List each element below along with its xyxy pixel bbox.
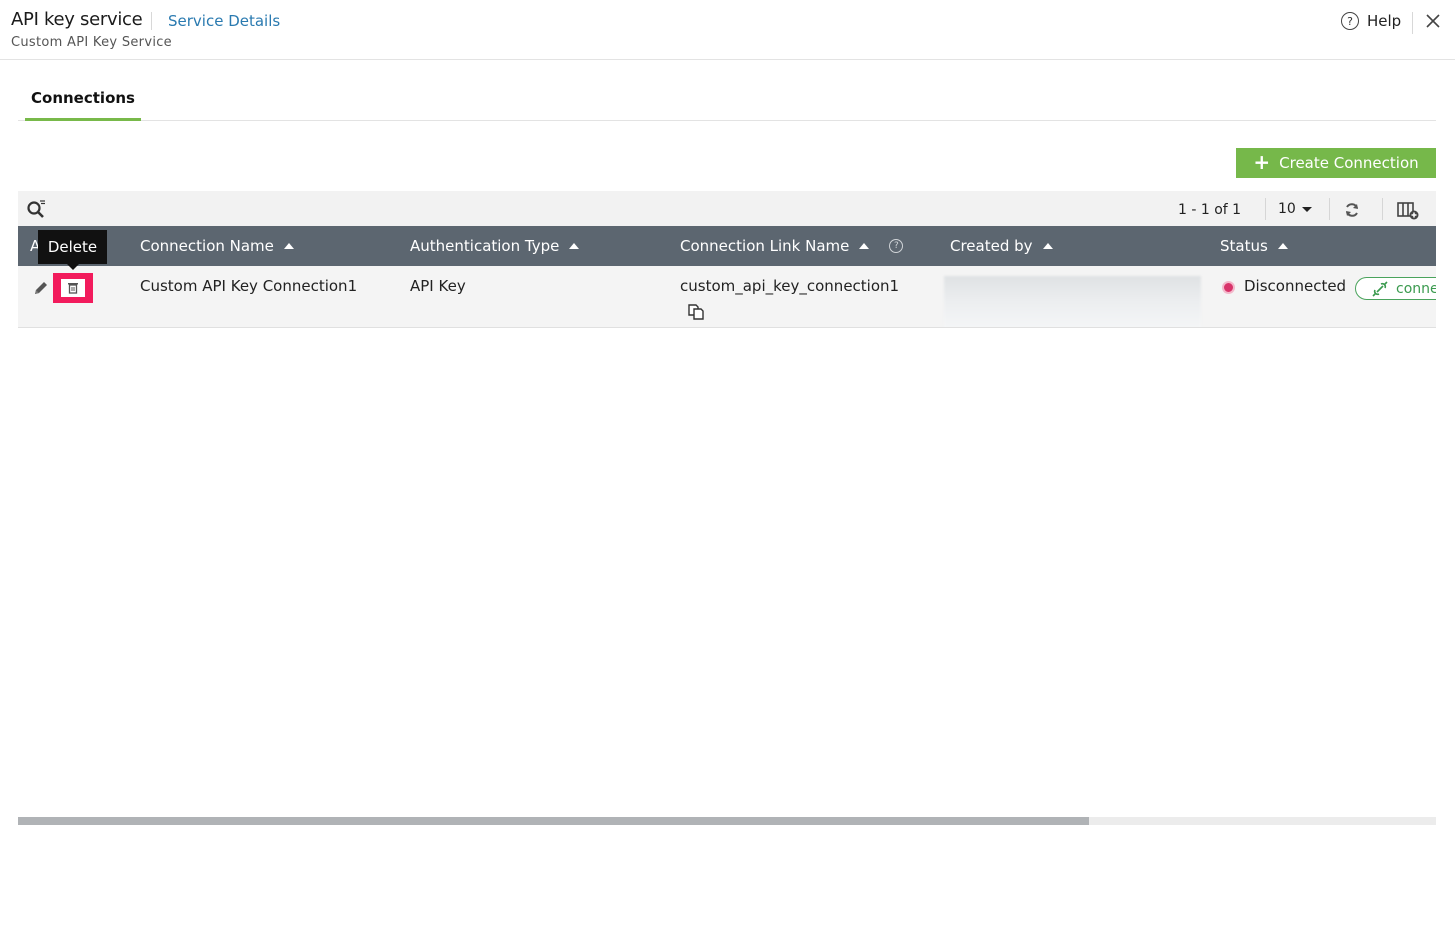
create-connection-label: Create Connection	[1279, 154, 1419, 172]
horizontal-scrollbar[interactable]	[18, 817, 1436, 825]
sort-ascending-icon	[569, 243, 580, 249]
app-subtitle: Custom API Key Service	[11, 35, 172, 50]
column-header-created-by[interactable]: Created by	[950, 237, 1053, 255]
chevron-down-icon	[1301, 206, 1312, 212]
title-divider	[151, 12, 152, 30]
column-label: Authentication Type	[410, 237, 560, 255]
sort-ascending-icon	[1042, 243, 1053, 249]
column-label: Connection Link Name	[680, 237, 850, 255]
service-details-link[interactable]: Service Details	[168, 12, 280, 30]
connect-label: connect	[1396, 280, 1436, 297]
edit-icon[interactable]	[33, 280, 49, 296]
help-button[interactable]: ? Help	[1341, 12, 1401, 30]
column-label: Connection Name	[140, 237, 274, 255]
connect-icon	[1372, 280, 1388, 297]
toolbar-divider	[1382, 198, 1383, 220]
help-icon[interactable]: ?	[889, 239, 904, 253]
tab-bar: Connections	[18, 78, 1436, 121]
app-header: API key service Service Details Custom A…	[0, 0, 1455, 60]
table-header: Connection Name Authentication Type Conn…	[18, 226, 1436, 266]
columns-icon[interactable]	[1397, 200, 1419, 220]
column-header-auth-type[interactable]: Authentication Type	[410, 237, 580, 255]
column-label: Created by	[950, 237, 1033, 255]
created-by-cell	[944, 276, 1201, 327]
sort-ascending-icon	[1277, 243, 1288, 249]
create-connection-button[interactable]: + Create Connection	[1236, 148, 1436, 178]
sort-ascending-icon	[283, 243, 294, 249]
toolbar-divider	[1265, 198, 1266, 220]
column-header-connection-name[interactable]: Connection Name	[140, 237, 294, 255]
close-icon[interactable]	[1424, 12, 1442, 30]
status-indicator	[1222, 281, 1235, 294]
tab-connections[interactable]: Connections	[25, 78, 141, 121]
status-label: Disconnected	[1244, 277, 1347, 295]
sort-ascending-icon	[859, 243, 870, 249]
column-header-status[interactable]: Status	[1220, 237, 1288, 255]
link-name-cell: custom_api_key_connection1	[680, 277, 900, 295]
delete-button[interactable]	[53, 273, 93, 303]
help-label: Help	[1367, 12, 1402, 30]
refresh-icon[interactable]	[1343, 201, 1361, 219]
column-label: Status	[1220, 237, 1268, 255]
delete-icon	[61, 279, 85, 297]
copy-icon[interactable]	[687, 303, 705, 321]
table-toolbar: 1 - 1 of 1 10	[18, 191, 1436, 226]
header-divider	[1412, 12, 1413, 34]
delete-tooltip: Delete	[38, 230, 107, 264]
app-title: API key service	[11, 9, 143, 30]
scrollbar-thumb[interactable]	[18, 817, 1089, 825]
search-filter-icon[interactable]	[26, 199, 46, 219]
connect-button[interactable]: connect	[1355, 277, 1436, 300]
help-icon: ?	[1341, 12, 1359, 30]
tooltip-arrow	[67, 264, 79, 270]
page-size-value: 10	[1278, 201, 1296, 217]
connection-name-cell: Custom API Key Connection1	[140, 277, 358, 295]
column-header-link-name[interactable]: Connection Link Name ?	[680, 237, 904, 255]
plus-icon: +	[1253, 150, 1271, 174]
page-size-select[interactable]: 10	[1278, 201, 1312, 217]
toolbar-divider	[1329, 198, 1330, 220]
auth-type-cell: API Key	[410, 277, 466, 295]
pagination-info: 1 - 1 of 1	[1178, 202, 1242, 218]
table-row: Custom API Key Connection1 API Key custo…	[18, 266, 1436, 328]
